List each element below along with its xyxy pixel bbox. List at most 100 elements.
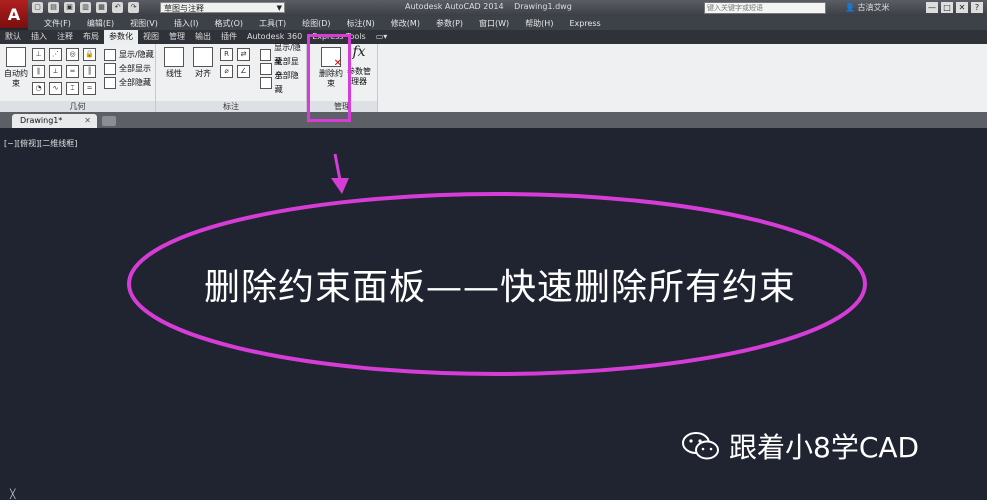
tab-default[interactable]: 默认: [0, 30, 26, 44]
print-icon[interactable]: ▦: [96, 2, 107, 13]
undo-icon[interactable]: ↶: [112, 2, 123, 13]
symmetric-icon[interactable]: ⌶: [66, 82, 79, 95]
ribbon-tabs: 默认 插入 注释 布局 参数化 视图 管理 输出 插件 Autodesk 360…: [0, 30, 987, 44]
convert-icon[interactable]: ⇄: [237, 48, 250, 61]
maximize-button[interactable]: □: [941, 2, 953, 13]
parallel-icon[interactable]: ∥: [32, 65, 45, 78]
ribbon-panel-area: 自动约束 ⊥ ⋰ ◎ 🔒 ∥ ⟂ ═ ║ ◔ ∿ ⌶ = 显示/隐藏 全部显示 …: [0, 43, 987, 113]
open-file-icon[interactable]: ▤: [48, 2, 59, 13]
auto-constrain-icon: [6, 47, 26, 67]
drawing-canvas[interactable]: [−][俯视][二维线框] 删除约束面板——快速删除所有约束 跟着小8学CAD …: [0, 128, 987, 500]
collinear-icon[interactable]: ⋰: [49, 48, 62, 61]
user-name: 古滇艾米: [857, 3, 890, 12]
hide-all-icon: [260, 77, 272, 89]
geometry-show-all-label: 全部显示: [119, 64, 151, 73]
dimension-panel: 线性 对齐 R ⇄ ⌀ ∠ 显示/隐藏 全部显示 全部隐藏 标注: [156, 43, 307, 112]
chevron-down-icon: ▼: [276, 4, 282, 12]
concentric-icon[interactable]: ◎: [66, 48, 79, 61]
canvas-caption: 删除约束面板——快速删除所有约束: [203, 267, 796, 308]
menu-modify[interactable]: 修改(M): [391, 18, 420, 29]
tab-output[interactable]: 输出: [190, 30, 216, 44]
application-menu-button[interactable]: A: [0, 0, 28, 28]
user-account[interactable]: 👤 古滇艾米: [845, 2, 890, 13]
watermark-text: 跟着小8学CAD: [729, 431, 920, 464]
show-all-icon: [104, 63, 116, 75]
help-button[interactable]: ?: [971, 2, 983, 13]
close-icon[interactable]: ✕: [84, 114, 91, 128]
angular-icon[interactable]: ∠: [237, 65, 250, 78]
tab-parametric[interactable]: 参数化: [104, 30, 138, 44]
file-tab-drawing1[interactable]: Drawing1* ✕: [12, 114, 97, 128]
menu-express[interactable]: Express: [569, 19, 600, 28]
coincident-icon[interactable]: ⊥: [32, 48, 45, 61]
perpendicular-icon[interactable]: ⟂: [49, 65, 62, 78]
geometry-show-all-button[interactable]: 全部显示: [104, 62, 154, 76]
minimize-button[interactable]: —: [926, 2, 938, 13]
redo-icon[interactable]: ↷: [128, 2, 139, 13]
menu-format[interactable]: 格式(O): [214, 18, 243, 29]
radius-icon[interactable]: R: [220, 48, 233, 61]
menu-help[interactable]: 帮助(H): [525, 18, 553, 29]
dimension-visibility-list: 显示/隐藏 全部显示 全部隐藏: [260, 43, 306, 94]
workspace-dropdown[interactable]: 草图与注释 ▼: [160, 2, 285, 13]
dimension-hide-all-button[interactable]: 全部隐藏: [260, 71, 306, 94]
geometric-constraints-grid: ⊥ ⋰ ◎ 🔒 ∥ ⟂ ═ ║ ◔ ∿ ⌶ =: [32, 48, 96, 95]
quick-access-toolbar: ▢ ▤ ▣ ▥ ▦ ↶ ↷: [32, 2, 139, 13]
vertical-icon[interactable]: ║: [83, 65, 96, 78]
geometry-panel: 自动约束 ⊥ ⋰ ◎ 🔒 ∥ ⟂ ═ ║ ◔ ∿ ⌶ = 显示/隐藏 全部显示 …: [0, 44, 156, 112]
search-input[interactable]: 键入关键字或短语: [704, 2, 826, 14]
menu-dimension[interactable]: 标注(N): [347, 18, 375, 29]
show-all-icon: [260, 63, 272, 75]
tab-annotate[interactable]: 注释: [52, 30, 78, 44]
tab-insert[interactable]: 插入: [26, 30, 52, 44]
menu-bar: 文件(F) 编辑(E) 视图(V) 插入(I) 格式(O) 工具(T) 绘图(D…: [28, 16, 987, 30]
geometry-hide-all-button[interactable]: 全部隐藏: [104, 76, 154, 90]
close-button[interactable]: ✕: [956, 2, 968, 13]
show-hide-icon: [104, 49, 116, 61]
aligned-label: 对齐: [195, 69, 211, 78]
autocad-window: A ▢ ▤ ▣ ▥ ▦ ↶ ↷ 草图与注释 ▼ Autodesk AutoCAD…: [0, 0, 987, 500]
menu-file[interactable]: 文件(F): [44, 18, 71, 29]
hide-all-icon: [104, 77, 116, 89]
dimension-constraints-grid: R ⇄ ⌀ ∠: [220, 48, 250, 78]
file-tabs-bar: Drawing1* ✕: [0, 112, 987, 128]
tab-manage[interactable]: 管理: [164, 30, 190, 44]
linear-dimension-icon: [164, 47, 184, 67]
dimension-hide-all-label: 全部隐藏: [274, 71, 299, 94]
equal-icon[interactable]: =: [83, 82, 96, 95]
delete-constraints-highlight-box: [307, 34, 351, 122]
smooth-icon[interactable]: ∿: [49, 82, 62, 95]
menu-edit[interactable]: 编辑(E): [87, 18, 114, 29]
save-as-icon[interactable]: ▥: [80, 2, 91, 13]
linear-button[interactable]: 线性: [160, 47, 188, 79]
auto-constrain-button[interactable]: 自动约束: [2, 47, 30, 89]
geometry-show-hide-button[interactable]: 显示/隐藏: [104, 48, 154, 62]
save-icon[interactable]: ▣: [64, 2, 75, 13]
geometry-panel-title: 几何: [0, 101, 155, 112]
horizontal-icon[interactable]: ═: [66, 65, 79, 78]
aligned-dimension-icon: [193, 47, 213, 67]
dimension-panel-title: 标注: [156, 101, 306, 112]
menu-window[interactable]: 窗口(W): [479, 18, 509, 29]
menu-draw[interactable]: 绘图(D): [302, 18, 330, 29]
diameter-icon[interactable]: ⌀: [220, 65, 233, 78]
geometry-visibility-list: 显示/隐藏 全部显示 全部隐藏: [104, 48, 154, 90]
menu-insert[interactable]: 插入(I): [174, 18, 199, 29]
menu-parametric[interactable]: 参数(P): [436, 18, 463, 29]
tab-view[interactable]: 视图: [138, 30, 164, 44]
menu-view[interactable]: 视图(V): [130, 18, 158, 29]
menu-tools[interactable]: 工具(T): [259, 18, 286, 29]
title-bar: A ▢ ▤ ▣ ▥ ▦ ↶ ↷ 草图与注释 ▼ Autodesk AutoCAD…: [0, 0, 987, 28]
pointer-arrow-head: [331, 178, 349, 194]
tangent-icon[interactable]: ◔: [32, 82, 45, 95]
ribbon-options-icon[interactable]: ▭▾: [371, 30, 393, 44]
linear-label: 线性: [166, 69, 182, 78]
wechat-icon: [682, 432, 719, 460]
new-file-icon[interactable]: ▢: [32, 2, 43, 13]
auto-constrain-label: 自动约束: [4, 69, 28, 88]
fix-icon[interactable]: 🔒: [83, 48, 96, 61]
tab-plugins[interactable]: 插件: [216, 30, 242, 44]
tab-layout[interactable]: 布局: [78, 30, 104, 44]
new-tab-button[interactable]: [102, 116, 116, 126]
aligned-button[interactable]: 对齐: [189, 47, 217, 79]
